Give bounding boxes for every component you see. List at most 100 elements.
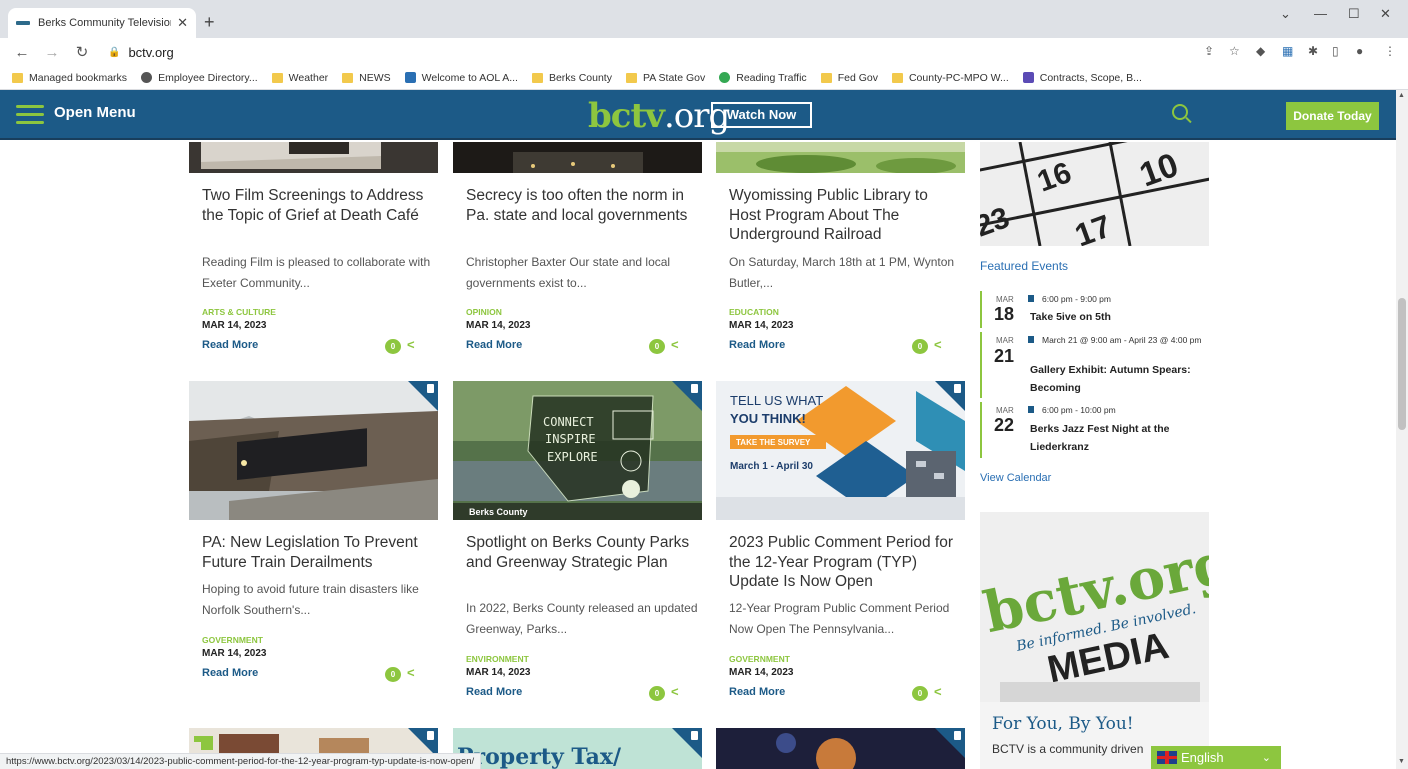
article-title[interactable]: Secrecy is too often the norm in Pa. sta… [466,186,696,225]
share-icon[interactable]: < [671,337,679,352]
comment-count-icon[interactable]: 0 [385,339,401,354]
article-title[interactable]: 2023 Public Comment Period for the 12-Ye… [729,533,959,592]
browser-menu-icon[interactable]: ⋮ [1384,44,1396,58]
article-title[interactable]: PA: New Legislation To Prevent Future Tr… [202,533,432,572]
read-more-link[interactable]: Read More [466,339,522,351]
bookmark-weather[interactable]: Weather [271,72,328,84]
bookmark-news[interactable]: NEWS [342,72,391,84]
browser-tab[interactable]: Berks Community Television | Be ✕ [8,8,196,38]
read-more-link[interactable]: Read More [202,667,258,679]
article-card: Property Tax/ [453,728,702,769]
extensions-puzzle-icon[interactable]: ✱ [1308,44,1318,58]
watch-now-button[interactable]: Watch Now [711,102,812,128]
side-panel-icon[interactable]: ▯ [1332,44,1339,58]
open-menu-link[interactable]: Open Menu [54,104,136,121]
article-image[interactable]: CONNECT INSPIRE EXPLORE Berks County [453,381,702,520]
profile-avatar-icon[interactable]: ● [1356,44,1363,58]
read-more-link[interactable]: Read More [729,339,785,351]
article-image[interactable] [453,142,702,173]
article-image[interactable]: TELL US WHAT YOU THINK! TAKE THE SURVEY … [716,381,965,520]
article-category[interactable]: ARTS & CULTURE [202,307,276,317]
comment-count-icon[interactable]: 0 [385,667,401,682]
article-category[interactable]: ENVIRONMENT [466,654,529,664]
bookmark-star-icon[interactable]: ☆ [1229,44,1240,58]
new-tab-icon[interactable]: + [204,12,215,33]
close-window-icon[interactable]: ✕ [1380,6,1391,22]
close-tab-icon[interactable]: ✕ [177,15,188,31]
article-category[interactable]: GOVERNMENT [202,635,263,645]
share-icon[interactable]: ⇪ [1204,44,1214,58]
back-icon[interactable]: ← [14,44,30,61]
event-title[interactable]: Berks Jazz Fest Night at the Liederkranz [1030,420,1205,456]
lock-icon[interactable]: 🔒 [108,47,120,58]
bookmark-contracts[interactable]: Contracts, Scope, B... [1022,72,1142,84]
article-image-graphic [189,381,438,520]
hamburger-menu-icon[interactable] [16,105,44,125]
article-date: MAR 14, 2023 [729,320,794,331]
article-image[interactable]: Property Tax/ [453,728,702,769]
share-icon[interactable]: < [407,665,415,680]
donate-button[interactable]: Donate Today [1286,102,1379,130]
read-more-link[interactable]: Read More [729,686,785,698]
event-title[interactable]: Take 5ive on 5th [1030,308,1205,326]
reload-icon[interactable]: ↻ [74,43,90,61]
comment-count-icon[interactable]: 0 [649,339,665,354]
bookmark-aol[interactable]: Welcome to AOL A... [404,72,518,84]
minimize-icon[interactable]: — [1314,6,1327,21]
bookmark-pa-state-gov[interactable]: PA State Gov [625,72,705,84]
forward-icon[interactable]: → [44,44,60,61]
search-icon[interactable] [1172,104,1188,120]
map-pin-icon [719,72,731,83]
bookmark-reading-traffic[interactable]: Reading Traffic [719,72,807,84]
article-title[interactable]: Spotlight on Berks County Parks and Gree… [466,533,696,572]
bookmark-icon [1028,295,1034,302]
bookmark-berks-county[interactable]: Berks County [531,72,612,84]
share-icon[interactable]: < [407,337,415,352]
uk-flag-icon [1157,751,1177,764]
read-more-link[interactable]: Read More [466,686,522,698]
view-calendar-link[interactable]: View Calendar [980,472,1051,484]
page-scrollbar[interactable]: ▲ ▼ [1396,90,1408,769]
site-logo[interactable]: bctv.org [588,96,730,136]
share-icon[interactable]: < [934,337,942,352]
event-item[interactable]: MAR 21 March 21 @ 9:00 am - April 23 @ 4… [980,332,1209,398]
event-item[interactable]: MAR 22 6:00 pm - 10:00 pm Berks Jazz Fes… [980,402,1209,458]
event-title[interactable]: Gallery Exhibit: Autumn Spears: Becoming [1030,361,1205,397]
aol-icon [404,72,416,83]
article-card: TELL US WHAT YOU THINK! TAKE THE SURVEY … [716,381,965,721]
extension-icon[interactable]: ◆ [1256,44,1265,58]
bookmark-managed[interactable]: Managed bookmarks [12,72,127,84]
bookmark-fed-gov[interactable]: Fed Gov [820,72,878,84]
read-more-link[interactable]: Read More [202,339,258,351]
share-icon[interactable]: < [671,684,679,699]
url-field[interactable]: 🔒 bctv.org [108,45,174,60]
article-image[interactable] [189,381,438,520]
scrollbar-thumb[interactable] [1398,298,1406,430]
article-title[interactable]: Two Film Screenings to Address the Topic… [202,186,432,225]
calendar-image[interactable]: 16 10 23 17 [980,142,1209,246]
bookmark-employee-directory[interactable]: Employee Directory... [141,72,258,84]
share-icon[interactable]: < [934,684,942,699]
bookmark-county-pc-mpo[interactable]: County-PC-MPO W... [891,72,1009,84]
featured-events-heading[interactable]: Featured Events [980,259,1068,273]
article-image-graphic [716,142,965,173]
comment-count-icon[interactable]: 0 [912,339,928,354]
maximize-icon[interactable]: ☐ [1348,6,1360,22]
extension-grid-icon[interactable]: ▦ [1282,44,1293,58]
article-image[interactable] [716,728,965,769]
tab-search-chevron-icon[interactable]: ⌄ [1280,6,1291,22]
article-type-icon [427,384,434,393]
comment-count-icon[interactable]: 0 [649,686,665,701]
article-category[interactable]: GOVERNMENT [729,654,790,664]
comment-count-icon[interactable]: 0 [912,686,928,701]
scroll-up-icon[interactable]: ▲ [1398,92,1405,99]
article-image[interactable] [189,142,438,173]
article-title[interactable]: Wyomissing Public Library to Host Progra… [729,186,959,245]
event-item[interactable]: MAR 18 6:00 pm - 9:00 pm Take 5ive on 5t… [980,291,1209,328]
language-selector[interactable]: English ⌄ [1151,746,1281,769]
article-image[interactable] [716,142,965,173]
article-category[interactable]: OPINION [466,307,502,317]
scroll-down-icon[interactable]: ▼ [1398,758,1405,765]
bctv-media-image[interactable]: bctv.org Be informed. Be involved. MEDIA [980,512,1209,702]
article-category[interactable]: EDUCATION [729,307,779,317]
